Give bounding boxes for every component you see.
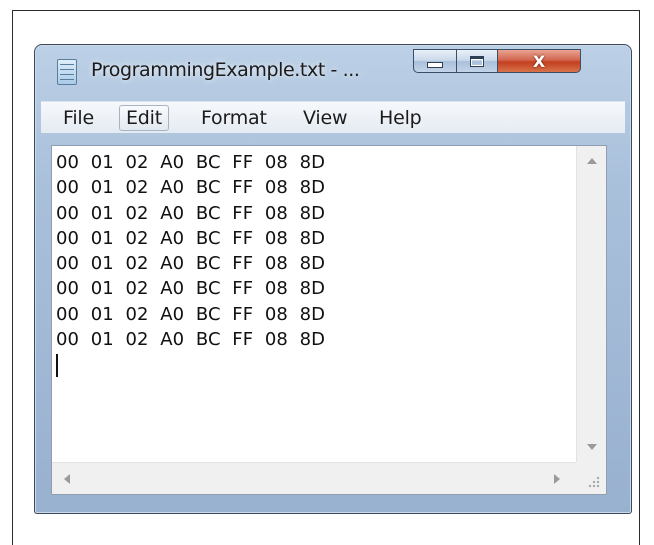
resize-grip[interactable] bbox=[576, 462, 606, 494]
notepad-window: ProgrammingExample.txt - ... X File Edit… bbox=[34, 44, 632, 514]
menu-help[interactable]: Help bbox=[373, 105, 428, 131]
minimize-icon bbox=[427, 62, 443, 68]
menu-bar: File Edit Format View Help bbox=[41, 101, 625, 133]
text-line: 00 01 02 A0 BC FF 08 8D bbox=[56, 303, 326, 325]
menu-edit[interactable]: Edit bbox=[119, 105, 169, 131]
vertical-scrollbar[interactable] bbox=[576, 146, 606, 462]
scroll-left-icon[interactable] bbox=[64, 474, 70, 484]
title-bar[interactable]: ProgrammingExample.txt - ... X bbox=[35, 45, 631, 101]
text-line: 00 01 02 A0 BC FF 08 8D bbox=[56, 202, 326, 224]
text-line: 00 01 02 A0 BC FF 08 8D bbox=[56, 152, 326, 173]
text-line: 00 01 02 A0 BC FF 08 8D bbox=[56, 227, 326, 249]
menu-view[interactable]: View bbox=[297, 105, 353, 131]
menu-format[interactable]: Format bbox=[195, 105, 273, 131]
horizontal-scrollbar[interactable] bbox=[52, 462, 576, 494]
scroll-down-icon[interactable] bbox=[587, 444, 597, 450]
text-editor[interactable]: 00 01 02 A0 BC FF 08 8D 00 01 02 A0 BC F… bbox=[51, 145, 607, 495]
maximize-icon bbox=[470, 55, 484, 67]
text-line: 00 01 02 A0 BC FF 08 8D bbox=[56, 177, 326, 199]
resize-grip-icon bbox=[588, 476, 600, 488]
text-line: 00 01 02 A0 BC FF 08 8D bbox=[56, 329, 326, 351]
notepad-icon bbox=[57, 59, 77, 85]
close-button[interactable]: X bbox=[497, 49, 581, 73]
maximize-button[interactable] bbox=[456, 49, 498, 73]
text-caret bbox=[56, 354, 58, 378]
menu-file[interactable]: File bbox=[57, 105, 100, 131]
scroll-right-icon[interactable] bbox=[554, 474, 560, 484]
text-content[interactable]: 00 01 02 A0 BC FF 08 8D 00 01 02 A0 BC F… bbox=[56, 150, 578, 456]
window-title: ProgrammingExample.txt - ... bbox=[91, 59, 360, 81]
text-line: 00 01 02 A0 BC FF 08 8D bbox=[56, 253, 326, 275]
minimize-button[interactable] bbox=[413, 49, 457, 73]
close-icon: X bbox=[532, 51, 546, 71]
text-line: 00 01 02 A0 BC FF 08 8D bbox=[56, 278, 326, 300]
scroll-up-icon[interactable] bbox=[587, 158, 597, 164]
